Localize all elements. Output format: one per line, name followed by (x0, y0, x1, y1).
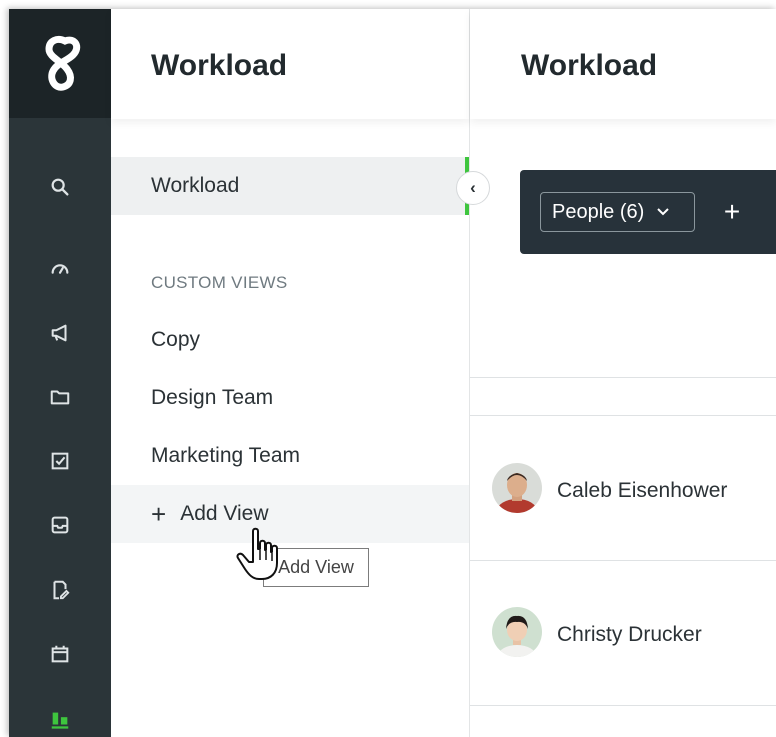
main-content: Workload People (6) + Caleb Eisenhower C… (470, 9, 776, 737)
app-window: Workload Workload CUSTOM VIEWS Copy Desi… (9, 9, 776, 737)
chevron-left-icon: ‹ (470, 178, 476, 197)
add-filter-button[interactable]: + (720, 192, 744, 232)
nav-item-design-team[interactable]: Design Team (111, 369, 469, 427)
person-name: Christy Drucker (557, 623, 702, 646)
icon-rail (9, 9, 111, 737)
logo-icon (45, 35, 81, 91)
workload-subnav: Workload Workload CUSTOM VIEWS Copy Desi… (111, 9, 470, 737)
person-row[interactable]: Christy Drucker (470, 561, 776, 705)
nav-item-workload[interactable]: Workload (111, 157, 469, 215)
person-name: Caleb Eisenhower (557, 479, 728, 502)
nav-item-label: Workload (151, 174, 240, 197)
add-view-button[interactable]: + Add View (111, 485, 469, 543)
add-view-label: Add View (180, 502, 269, 525)
hand-pointer-icon (236, 527, 278, 580)
calendar-icon[interactable] (42, 636, 78, 672)
search-icon[interactable] (42, 169, 78, 205)
custom-views-heading: CUSTOM VIEWS (151, 273, 288, 292)
divider (470, 705, 776, 706)
app-logo[interactable] (9, 9, 111, 118)
nav-item-label: Copy (151, 328, 201, 351)
nav-item-marketing-team[interactable]: Marketing Team (111, 427, 469, 485)
person-row[interactable]: Caleb Eisenhower (470, 416, 776, 560)
subnav-header: Workload (111, 9, 469, 119)
plus-icon: + (151, 499, 167, 529)
megaphone-icon[interactable] (42, 315, 78, 351)
nav-item-label: Design Team (151, 386, 274, 409)
chevron-down-icon (657, 208, 669, 216)
workload-toolbar: People (6) + (520, 170, 776, 254)
dashboard-gauge-icon[interactable] (42, 251, 78, 287)
main-header: Workload (470, 9, 776, 119)
page-title: Workload (521, 49, 658, 82)
folder-icon[interactable] (42, 379, 78, 415)
inbox-icon[interactable] (42, 507, 78, 543)
divider (470, 377, 776, 378)
workload-bar-icon[interactable] (42, 701, 78, 737)
nav-item-copy[interactable]: Copy (111, 311, 469, 369)
nav-item-label: Marketing Team (151, 444, 301, 467)
task-check-icon[interactable] (42, 443, 78, 479)
people-filter-dropdown[interactable]: People (6) (540, 192, 695, 232)
avatar (492, 463, 542, 513)
avatar (492, 607, 542, 657)
plus-icon: + (723, 196, 741, 227)
people-filter-label: People (6) (552, 200, 645, 223)
collapse-sidebar-button[interactable]: ‹ (456, 171, 490, 205)
subnav-title: Workload (151, 49, 288, 82)
document-edit-icon[interactable] (42, 572, 78, 608)
